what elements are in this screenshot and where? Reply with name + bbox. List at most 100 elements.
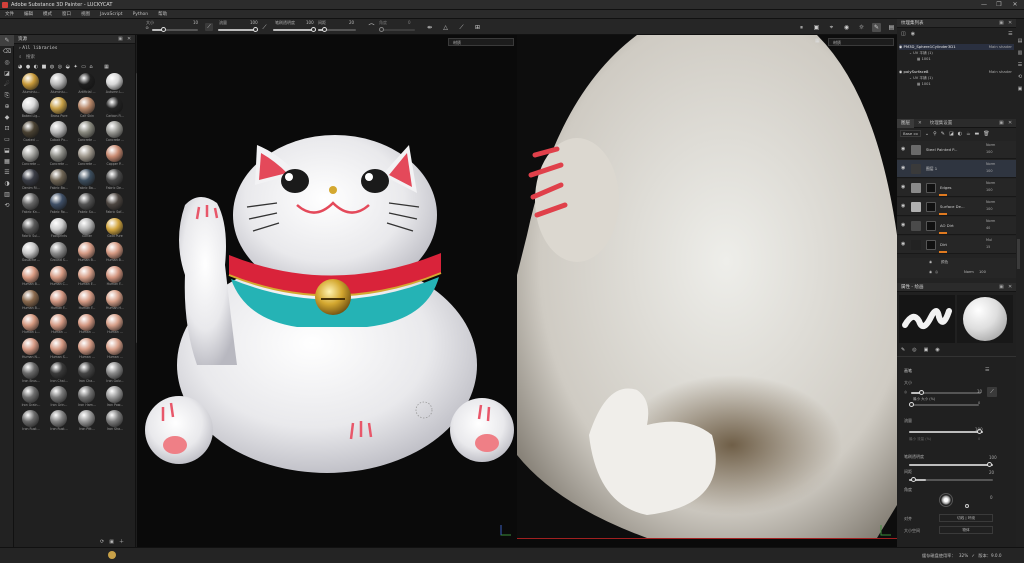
prop-min-flow-value[interactable]: 0: [978, 437, 980, 441]
pause-icon[interactable]: ⏸: [797, 23, 806, 32]
sync-icon[interactable]: ◫: [901, 31, 906, 37]
prop-min-size-value[interactable]: 0: [978, 401, 980, 405]
asset-tile[interactable]: Iron Galv...: [102, 362, 128, 383]
asset-tile[interactable]: Human B...: [102, 241, 128, 263]
prop-opacity-slider[interactable]: [909, 462, 993, 467]
asset-search[interactable]: ⌕ 搜索: [19, 54, 129, 62]
add-asset-icon[interactable]: ＋: [119, 538, 124, 545]
procedural-filter-icon[interactable]: ◍: [50, 64, 54, 70]
pressure-icon[interactable]: ◎: [904, 390, 907, 394]
asset-tile[interactable]: Human ...: [102, 313, 128, 335]
tab-texture-set-settings[interactable]: 纹理集设置: [926, 119, 957, 128]
maximize-button[interactable]: ❐: [995, 1, 1003, 9]
texture-set-item[interactable]: ◉ PM3D_Sphere1Cylinder3D1 Main shader ⌄ U…: [899, 44, 1014, 62]
smudge-icon[interactable]: ☄: [0, 79, 14, 90]
layer-visibility-icon[interactable]: ◉: [901, 146, 905, 152]
prop-size-value[interactable]: 10: [977, 389, 982, 394]
refresh-icon[interactable]: ⟳: [100, 539, 104, 545]
layer-visibility-icon[interactable]: ◉: [901, 203, 905, 209]
prop-flow-slider[interactable]: [909, 429, 983, 434]
asset-tile[interactable]: Ground S...: [46, 241, 72, 263]
layer-visibility-icon[interactable]: ◉: [901, 241, 905, 247]
add-paint-layer-icon[interactable]: ✎: [941, 131, 945, 137]
layer-row[interactable]: ◉ AO Dirt Norm 40: [897, 217, 1016, 235]
brush-filter-icon[interactable]: ✦: [73, 64, 77, 70]
texture-set-list-icon[interactable]: ▤: [1016, 35, 1024, 47]
paint-mode-icon[interactable]: ✎: [872, 23, 881, 32]
asset-tile[interactable]: Human ...: [74, 313, 100, 335]
clone-icon[interactable]: ⎘: [0, 90, 14, 101]
uv-tile-id[interactable]: 1001: [922, 57, 931, 61]
layer-opacity[interactable]: 40: [986, 226, 990, 231]
uv-view-icon[interactable]: ▦: [815, 38, 820, 44]
camera-icon[interactable]: ▣: [812, 23, 821, 32]
material-filter-icon[interactable]: ●: [26, 64, 30, 70]
spacing-value[interactable]: 20: [349, 20, 354, 25]
channel-dropdown[interactable]: Base co: [900, 130, 921, 137]
prop-size-slider[interactable]: [911, 390, 981, 395]
sub-opacity[interactable]: 100: [979, 270, 986, 274]
panel-close-icon[interactable]: ✕: [1008, 283, 1012, 292]
menu-javascript[interactable]: JavaScript: [95, 10, 128, 19]
asset-tile[interactable]: Fabric Su...: [74, 193, 100, 214]
delete-layer-icon[interactable]: 🗑: [983, 131, 989, 137]
smart-material-icon[interactable]: ◐: [34, 64, 38, 70]
layer-opacity[interactable]: 15: [986, 245, 990, 250]
layer-opacity[interactable]: 100: [986, 207, 992, 212]
material-preview[interactable]: [957, 295, 1013, 343]
library-path[interactable]: › All libraries: [19, 46, 57, 51]
asset-tile[interactable]: Human ...: [46, 313, 72, 335]
dropdown-arrow-icon[interactable]: ⌄: [925, 131, 929, 137]
layout-icon[interactable]: ▤: [887, 23, 896, 32]
stroke-opacity-value[interactable]: 100: [306, 20, 314, 25]
asset-tile[interactable]: Human ...: [102, 338, 128, 359]
asset-tile[interactable]: Gold Pure: [102, 217, 128, 239]
prop-align-dropdown[interactable]: 切线 | 环绕: [939, 514, 993, 522]
add-fill-layer-icon[interactable]: ◪: [949, 131, 954, 137]
panel-menu-icon[interactable]: ▣: [999, 19, 1004, 28]
history-icon[interactable]: ⟲: [0, 200, 14, 211]
panel-menu-icon[interactable]: ▣: [999, 283, 1004, 292]
asset-tile[interactable]: Artificial ...: [74, 73, 100, 94]
asset-tile[interactable]: Copper P...: [102, 145, 128, 166]
layer-opacity[interactable]: 100: [986, 188, 992, 193]
menu-file[interactable]: 文件: [0, 10, 19, 19]
asset-tile[interactable]: Iron Chai...: [46, 362, 72, 383]
menu-python[interactable]: Python: [128, 10, 154, 19]
viewport-2d[interactable]: 材质 ▦: [517, 35, 897, 538]
visibility-icon[interactable]: ◉: [911, 31, 915, 37]
set-visibility-icon[interactable]: ◉: [899, 44, 902, 49]
tab-layers[interactable]: 图层: [897, 118, 914, 128]
angle-slider[interactable]: [379, 27, 415, 32]
asset-tile[interactable]: Human H...: [102, 289, 128, 311]
filter-icon[interactable]: ⌂: [89, 64, 92, 70]
asset-tile[interactable]: Iron Rust...: [18, 410, 44, 431]
add-filter-icon[interactable]: ☕: [966, 131, 970, 137]
angle-dial[interactable]: [939, 493, 953, 507]
viewport-2d-mode-dropdown[interactable]: 材质: [828, 38, 894, 46]
size-link-button[interactable]: ⟋: [987, 387, 997, 397]
prop-size-space-dropdown[interactable]: 物体: [939, 526, 993, 534]
asset-tile[interactable]: Fabric De...: [102, 169, 128, 190]
log-panel-icon[interactable]: ▣: [1016, 83, 1024, 95]
line-icon[interactable]: ⟋: [457, 23, 466, 32]
texture-filter-icon[interactable]: ◎: [58, 64, 62, 70]
symmetry-icon[interactable]: ⇹: [425, 23, 434, 32]
prop-angle-value[interactable]: 0: [990, 495, 993, 500]
asset-tile[interactable]: Human F...: [74, 289, 100, 311]
panel-close-icon[interactable]: ✕: [1008, 19, 1012, 28]
all-assets-icon[interactable]: ◕: [18, 64, 22, 70]
layers-scrollbar[interactable]: [1017, 239, 1020, 269]
sub-visibility-icon[interactable]: ◉: [929, 270, 932, 274]
asset-tile[interactable]: Iron Cha...: [74, 362, 100, 383]
texture-set-item[interactable]: ◉ polySurface8 Main shader ⌄ UV 平铺 (1) ▦ …: [899, 69, 1014, 87]
prop-spacing-value[interactable]: 20: [989, 470, 994, 475]
assets-icon[interactable]: ▦: [0, 156, 14, 167]
menu-window[interactable]: 窗口: [57, 10, 76, 19]
spacing-slider[interactable]: [318, 27, 356, 32]
transform-icon[interactable]: ⊞: [473, 23, 482, 32]
asset-tile[interactable]: Iron Ham...: [74, 386, 100, 407]
material-tab-icon[interactable]: ◎: [912, 347, 916, 353]
layer-visibility-icon[interactable]: ◉: [901, 165, 905, 171]
minimize-button[interactable]: —: [980, 1, 988, 9]
